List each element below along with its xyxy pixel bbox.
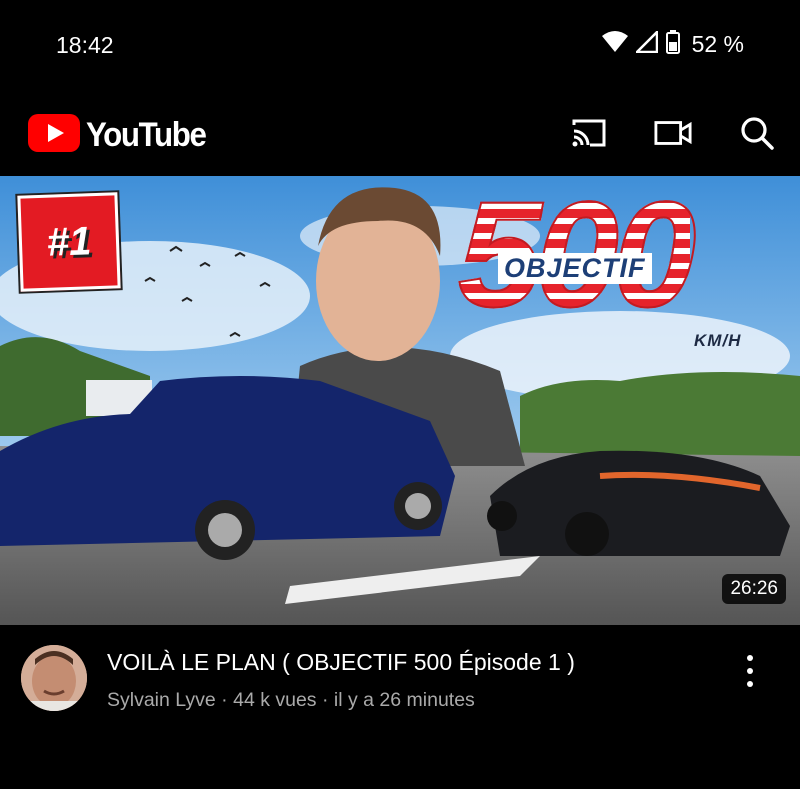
channel-avatar[interactable]: [21, 645, 87, 711]
duration-badge: 26:26: [722, 574, 786, 604]
more-vertical-icon[interactable]: [738, 653, 762, 689]
cast-icon[interactable]: [570, 114, 608, 152]
separator: ·: [215, 689, 234, 711]
speed-unit: KM/H: [694, 331, 742, 350]
search-icon[interactable]: [738, 114, 776, 152]
upload-age: il y a 26 minutes: [333, 689, 475, 711]
video-camera-icon[interactable]: [654, 114, 692, 152]
battery-percent: 52 %: [691, 31, 744, 57]
objective-label: OBJECTIF: [498, 253, 652, 284]
cell-signal-icon: [633, 28, 658, 58]
separator: ·: [316, 689, 334, 711]
status-bar: 18:42 52 %: [0, 0, 800, 92]
video-meta: VOILÀ LE PLAN ( OBJECTIF 500 Épisode 1 )…: [0, 625, 800, 789]
youtube-play-icon: [28, 114, 80, 157]
wifi-icon: [601, 31, 628, 58]
status-icons: 52 %: [601, 28, 744, 59]
youtube-wordmark: YouTube: [86, 116, 207, 154]
channel-name[interactable]: Sylvain Lyve: [107, 689, 216, 711]
status-time: 18:42: [56, 32, 114, 58]
video-thumbnail[interactable]: #1 500 OBJECTIF KM/H 26:26: [0, 176, 800, 625]
rank-badge: #1: [17, 192, 121, 292]
video-title[interactable]: VOILÀ LE PLAN ( OBJECTIF 500 Épisode 1 ): [107, 649, 575, 676]
view-count: 44 k vues: [233, 689, 317, 711]
app-bar: YouTube: [0, 92, 800, 176]
video-subline: Sylvain Lyve · 44 k vues · il y a 26 min…: [107, 689, 475, 712]
battery-icon: [665, 30, 680, 59]
youtube-logo[interactable]: YouTube: [28, 114, 216, 157]
objective-graphic: 500 OBJECTIF: [457, 178, 788, 330]
